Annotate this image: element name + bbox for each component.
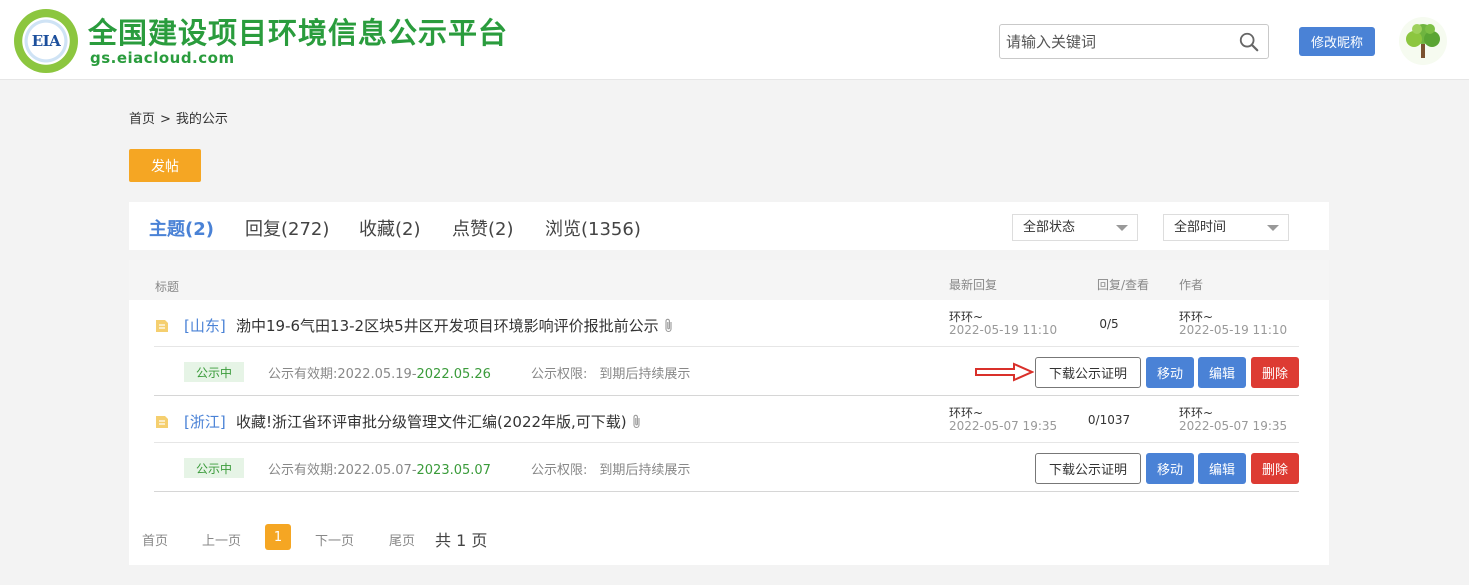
site-domain: gs.eiacloud.com bbox=[90, 49, 235, 67]
site-title[interactable]: 全国建设项目环境信息公示平台 bbox=[88, 10, 508, 52]
document-icon bbox=[156, 416, 168, 428]
edit-nickname-button[interactable]: 修改昵称 bbox=[1299, 27, 1375, 56]
item-meta-row: 公示中 公示有效期:2022.05.07-2023.05.07 公示权限: 到期后… bbox=[154, 443, 1299, 492]
validity-end: 2022.05.26 bbox=[416, 367, 491, 382]
breadcrumb-current: 我的公示 bbox=[175, 112, 228, 127]
permission: 公示权限: 到期后持续展示 bbox=[531, 363, 690, 382]
tab-views[interactable]: 浏览(1356) bbox=[545, 215, 641, 241]
column-author: 作者 bbox=[1179, 278, 1204, 292]
reply-view-count: 0/5 bbox=[1099, 317, 1119, 331]
list-item: [浙江] 收藏!浙江省环评审批分级管理文件汇编(2022年版,可下载) 环环~ … bbox=[129, 396, 1329, 492]
page-last-link[interactable]: 尾页 bbox=[389, 530, 415, 549]
item-region[interactable]: [山东] bbox=[184, 315, 226, 336]
download-proof-button[interactable]: 下载公示证明 bbox=[1035, 357, 1141, 388]
post-list-panel: 标题 最新回复 回复/查看 作者 [山东] 渤中19-6气田13-2区块5井区开… bbox=[129, 260, 1329, 565]
item-title: 收藏!浙江省环评审批分级管理文件汇编(2022年版,可下载) bbox=[236, 413, 627, 431]
search-icon[interactable] bbox=[1238, 31, 1260, 53]
breadcrumb-home[interactable]: 首页 bbox=[129, 112, 155, 127]
tree-avatar-icon bbox=[1399, 17, 1447, 65]
time-filter-value: 全部时间 bbox=[1174, 220, 1227, 235]
page-total: 共 1 页 bbox=[435, 531, 488, 550]
download-proof-button[interactable]: 下载公示证明 bbox=[1035, 453, 1141, 484]
permission-label: 公示权限: bbox=[531, 367, 588, 382]
item-region[interactable]: [浙江] bbox=[184, 411, 226, 432]
permission-label: 公示权限: bbox=[531, 463, 588, 478]
tab-replies[interactable]: 回复(272) bbox=[245, 215, 329, 241]
author-time: 2022-05-19 11:10 bbox=[1179, 323, 1288, 337]
latest-reply-time: 2022-05-19 11:10 bbox=[949, 323, 1058, 337]
page-first-link[interactable]: 首页 bbox=[142, 530, 168, 549]
status-badge: 公示中 bbox=[184, 458, 244, 478]
item-title-link[interactable]: 渤中19-6气田13-2区块5井区开发项目环境影响评价报批前公示 bbox=[236, 315, 674, 336]
attachment-icon bbox=[633, 414, 640, 429]
item-main-row: [山东] 渤中19-6气田13-2区块5井区开发项目环境影响评价报批前公示 环环… bbox=[154, 300, 1299, 347]
permission-value: 到期后持续展示 bbox=[599, 367, 691, 382]
annotation-arrow-icon bbox=[975, 362, 1034, 382]
edit-button[interactable]: 编辑 bbox=[1198, 453, 1246, 484]
validity-period: 公示有效期:2022.05.19-2022.05.26 bbox=[268, 363, 491, 382]
validity-label: 公示有效期: bbox=[268, 367, 338, 382]
column-latest-reply: 最新回复 bbox=[949, 278, 998, 292]
logo-text: EIA bbox=[31, 32, 61, 50]
author-time: 2022-05-07 19:35 bbox=[1179, 419, 1288, 433]
site-logo[interactable]: EIA bbox=[14, 9, 78, 73]
move-button[interactable]: 移动 bbox=[1146, 453, 1194, 484]
latest-reply-time: 2022-05-07 19:35 bbox=[949, 419, 1058, 433]
breadcrumb-separator: > bbox=[160, 112, 171, 127]
move-button[interactable]: 移动 bbox=[1146, 357, 1194, 388]
validity-label: 公示有效期: bbox=[268, 463, 338, 478]
document-icon bbox=[156, 320, 168, 332]
status-badge: 公示中 bbox=[184, 362, 244, 382]
tab-topics[interactable]: 主题(2) bbox=[149, 215, 214, 241]
breadcrumb: 首页 > 我的公示 bbox=[129, 108, 228, 127]
pagination: 首页 上一页 1 下一页 尾页 共 1 页 bbox=[129, 524, 1329, 554]
reply-view-count: 0/1037 bbox=[1087, 413, 1131, 427]
status-filter-value: 全部状态 bbox=[1023, 220, 1076, 235]
site-header: EIA 全国建设项目环境信息公示平台 gs.eiacloud.com 修改昵称 bbox=[0, 0, 1469, 80]
time-filter-select[interactable]: 全部时间 bbox=[1163, 214, 1289, 241]
edit-button[interactable]: 编辑 bbox=[1198, 357, 1246, 388]
chevron-down-icon bbox=[1267, 225, 1279, 231]
list-item: [山东] 渤中19-6气田13-2区块5井区开发项目环境影响评价报批前公示 环环… bbox=[129, 300, 1329, 396]
page-prev-link[interactable]: 上一页 bbox=[202, 530, 241, 549]
validity-start: 2022.05.07- bbox=[337, 463, 417, 478]
chevron-down-icon bbox=[1116, 225, 1128, 231]
search-input[interactable] bbox=[1000, 25, 1230, 58]
column-reply-view: 回复/查看 bbox=[1097, 278, 1150, 292]
tabs-bar: 主题(2) 回复(272) 收藏(2) 点赞(2) 浏览(1356) 全部状态 … bbox=[129, 202, 1329, 250]
validity-start: 2022.05.19- bbox=[337, 367, 417, 382]
permission-value: 到期后持续展示 bbox=[599, 463, 691, 478]
new-post-button[interactable]: 发帖 bbox=[129, 149, 201, 182]
tab-likes[interactable]: 点赞(2) bbox=[452, 215, 514, 241]
attachment-icon bbox=[665, 318, 672, 333]
page-current[interactable]: 1 bbox=[265, 524, 291, 550]
avatar[interactable] bbox=[1398, 16, 1448, 66]
tab-favorites[interactable]: 收藏(2) bbox=[359, 215, 421, 241]
item-title-link[interactable]: 收藏!浙江省环评审批分级管理文件汇编(2022年版,可下载) bbox=[236, 411, 642, 432]
column-title: 标题 bbox=[155, 280, 180, 294]
search-box bbox=[999, 24, 1269, 59]
item-main-row: [浙江] 收藏!浙江省环评审批分级管理文件汇编(2022年版,可下载) 环环~ … bbox=[154, 396, 1299, 443]
delete-button[interactable]: 删除 bbox=[1251, 357, 1299, 388]
item-title: 渤中19-6气田13-2区块5井区开发项目环境影响评价报批前公示 bbox=[236, 317, 659, 335]
delete-button[interactable]: 删除 bbox=[1251, 453, 1299, 484]
validity-period: 公示有效期:2022.05.07-2023.05.07 bbox=[268, 459, 491, 478]
list-header: 标题 最新回复 回复/查看 作者 bbox=[129, 260, 1329, 300]
item-meta-row: 公示中 公示有效期:2022.05.19-2022.05.26 公示权限: 到期后… bbox=[154, 347, 1299, 396]
permission: 公示权限: 到期后持续展示 bbox=[531, 459, 690, 478]
validity-end: 2023.05.07 bbox=[416, 463, 491, 478]
status-filter-select[interactable]: 全部状态 bbox=[1012, 214, 1138, 241]
page-next-link[interactable]: 下一页 bbox=[315, 530, 354, 549]
